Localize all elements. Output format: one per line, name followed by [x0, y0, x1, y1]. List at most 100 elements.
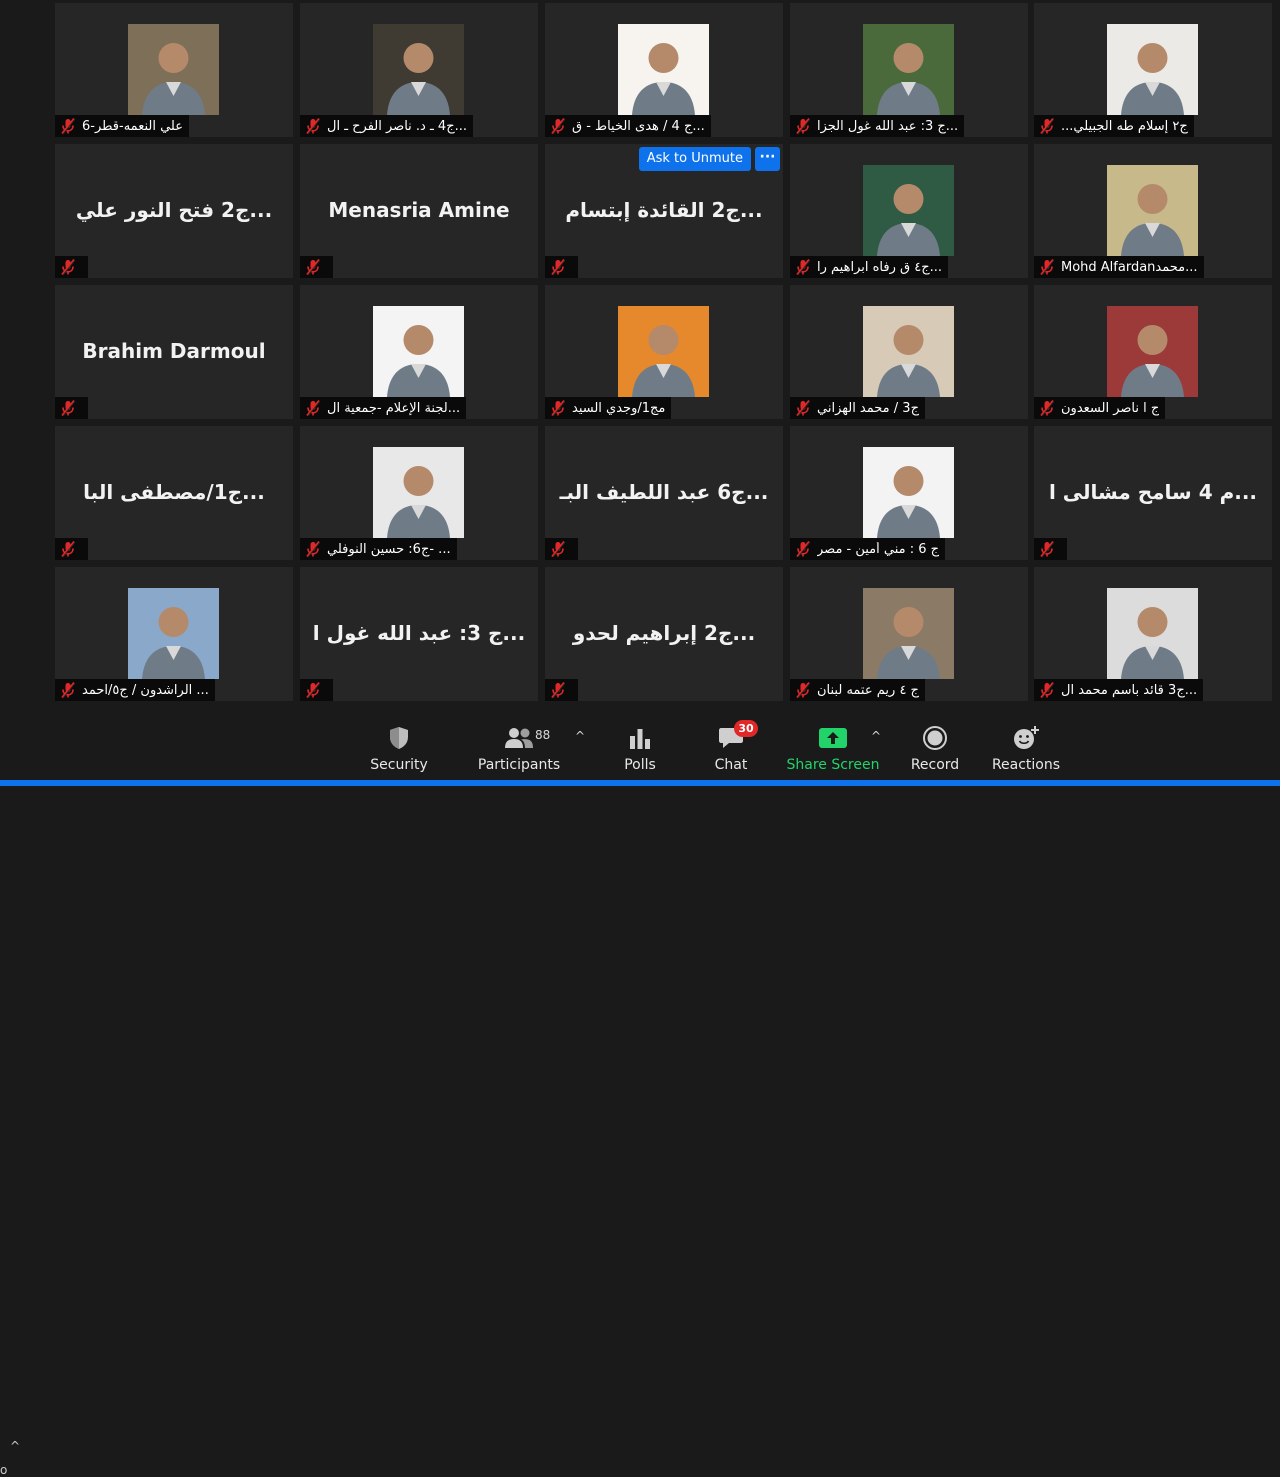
edge-caret-icon[interactable]: ^ — [10, 1439, 20, 1453]
participant-display-name: م 4 سامح مشالى ا... — [1048, 480, 1258, 504]
participant-name: مج1/وجدي السيد — [572, 400, 666, 416]
person-avatar-icon — [863, 447, 954, 538]
participants-caret-icon[interactable]: ^ — [573, 730, 587, 742]
participant-name-bar: ج4 ـ د. ناصر الفرح ـ ال... — [300, 115, 473, 137]
mic-muted-icon — [1040, 540, 1055, 558]
participant-tile[interactable]: ...ج٢ إسلام طه الجبيلي — [1034, 3, 1272, 137]
participant-name: ...ج٢ إسلام طه الجبيلي — [1061, 118, 1188, 134]
participant-tile[interactable]: ج1/مصطفى البا... — [55, 426, 293, 560]
participant-tile[interactable]: الراشدون / ج٥/احمد ... — [55, 567, 293, 701]
participant-video — [373, 24, 464, 115]
participant-display-name: Brahim Darmoul — [82, 339, 266, 363]
record-label: Record — [910, 757, 960, 773]
participant-tile[interactable]: ج٤ ق رفاه ابراهيم را... — [790, 144, 1028, 278]
polls-button[interactable]: Polls — [592, 724, 688, 778]
person-avatar-icon — [863, 588, 954, 679]
person-avatar-icon — [1107, 588, 1198, 679]
participant-tile[interactable]: ج6: حسين النوفلي- ... — [300, 426, 538, 560]
mic-muted-icon — [306, 681, 321, 699]
mic-muted-icon — [551, 540, 566, 558]
participant-tile[interactable]: مج1/وجدي السيد — [545, 285, 783, 419]
participant-tile[interactable]: ج 4 / هدى الخياط - ق... — [545, 3, 783, 137]
participant-tile[interactable]: ج ا ناصر السعدون — [1034, 285, 1272, 419]
participant-video — [863, 165, 954, 256]
mic-muted-icon — [796, 258, 811, 276]
share-screen-button[interactable]: Share Screen — [785, 724, 881, 778]
participants-count: 88 — [535, 728, 551, 742]
participant-tile[interactable]: ج6 عبد اللطيف البـ... — [545, 426, 783, 560]
mic-muted-icon — [796, 399, 811, 417]
participant-name-bar — [545, 538, 578, 560]
person-avatar-icon — [373, 306, 464, 397]
person-avatar-icon — [863, 24, 954, 115]
participants-button[interactable]: 88 Participants — [471, 724, 567, 778]
participant-name-bar — [1034, 538, 1067, 560]
participant-tile[interactable]: ج2 القائدة إبتسام... Ask to Unmute ··· — [545, 144, 783, 278]
participant-tile[interactable]: Brahim Darmoul — [55, 285, 293, 419]
mic-muted-icon — [1040, 399, 1055, 417]
participant-video — [1107, 306, 1198, 397]
participant-name: لجنة الإعلام -جمعية ال... — [327, 400, 461, 416]
mic-muted-icon — [61, 540, 76, 558]
meeting-toolbar: ^ o Security 88 Participants ^ Polls 30 … — [0, 708, 1280, 1477]
participant-name: الراشدون / ج٥/احمد ... — [82, 682, 209, 698]
participant-tile[interactable]: Mohd Alfardanمحمد... — [1034, 144, 1272, 278]
mic-muted-icon — [796, 681, 811, 699]
participant-tile[interactable]: ج 3: عبد الله غول ا... — [300, 567, 538, 701]
mic-muted-icon — [306, 117, 321, 135]
share-screen-caret-icon[interactable]: ^ — [869, 730, 883, 742]
participant-video — [863, 588, 954, 679]
security-button[interactable]: Security — [351, 724, 447, 778]
participant-name-bar: الراشدون / ج٥/احمد ... — [55, 679, 215, 701]
participant-video — [863, 306, 954, 397]
mic-muted-icon — [796, 117, 811, 135]
reactions-button[interactable]: Reactions — [978, 724, 1074, 778]
person-avatar-icon — [863, 306, 954, 397]
chat-button[interactable]: 30 Chat — [683, 720, 779, 778]
participant-tile[interactable]: ج3 قائد باسم محمد ال... — [1034, 567, 1272, 701]
participant-video — [618, 24, 709, 115]
participant-name-bar — [300, 679, 333, 701]
participant-name-bar: ج 3: عبد الله غول الجزا... — [790, 115, 965, 137]
participant-display-name: ج2 القائدة إبتسام... — [565, 198, 763, 222]
person-avatar-icon — [618, 306, 709, 397]
person-avatar-icon — [618, 24, 709, 115]
person-avatar-icon — [1107, 24, 1198, 115]
participant-tile[interactable]: لجنة الإعلام -جمعية ال... — [300, 285, 538, 419]
participant-display-name: Menasria Amine — [328, 198, 510, 222]
mic-muted-icon — [551, 258, 566, 276]
participant-tile[interactable]: م 4 سامح مشالى ا... — [1034, 426, 1272, 560]
participant-tile[interactable]: ج 3: عبد الله غول الجزا... — [790, 3, 1028, 137]
participant-video — [128, 24, 219, 115]
participant-tile[interactable]: ج2 إبراهيم لحدو... — [545, 567, 783, 701]
participant-tile[interactable]: Menasria Amine — [300, 144, 538, 278]
participant-tile[interactable]: ج3 / محمد الهزاني — [790, 285, 1028, 419]
taskbar-edge — [0, 780, 1280, 786]
person-avatar-icon — [373, 447, 464, 538]
participant-video — [863, 24, 954, 115]
participant-name-bar: Mohd Alfardanمحمد... — [1034, 256, 1204, 278]
participant-name-bar: ج3 / محمد الهزاني — [790, 397, 925, 419]
participant-name: Mohd Alfardanمحمد... — [1061, 259, 1198, 275]
person-avatar-icon — [863, 165, 954, 256]
participant-tile[interactable]: ج2 فتح النور علي... — [55, 144, 293, 278]
mic-muted-icon — [1040, 258, 1055, 276]
mic-muted-icon — [551, 117, 566, 135]
participant-name-bar: ج٤ ق رفاه ابراهيم را... — [790, 256, 949, 278]
participant-display-name: ج1/مصطفى البا... — [83, 480, 265, 504]
person-avatar-icon — [1107, 306, 1198, 397]
participant-name-bar: ج ا ناصر السعدون — [1034, 397, 1166, 419]
more-options-button[interactable]: ··· — [755, 147, 780, 171]
participant-name: ج ٤ ريم عتمه لبنان — [817, 682, 919, 698]
participant-name-bar — [55, 256, 88, 278]
ask-to-unmute-button[interactable]: Ask to Unmute — [638, 147, 751, 171]
participant-name-bar: ...ج٢ إسلام طه الجبيلي — [1034, 115, 1194, 137]
participant-tile[interactable]: ج 6 : مني أمين - مصر — [790, 426, 1028, 560]
record-button[interactable]: Record — [887, 724, 983, 778]
participant-tile[interactable]: ج4 ـ د. ناصر الفرح ـ ال... — [300, 3, 538, 137]
participant-name-bar: ج ٤ ريم عتمه لبنان — [790, 679, 925, 701]
participant-name-bar: علي النعمه-قطر-6 — [55, 115, 189, 137]
participant-video — [1107, 165, 1198, 256]
participant-tile[interactable]: علي النعمه-قطر-6 — [55, 3, 293, 137]
participant-tile[interactable]: ج ٤ ريم عتمه لبنان — [790, 567, 1028, 701]
